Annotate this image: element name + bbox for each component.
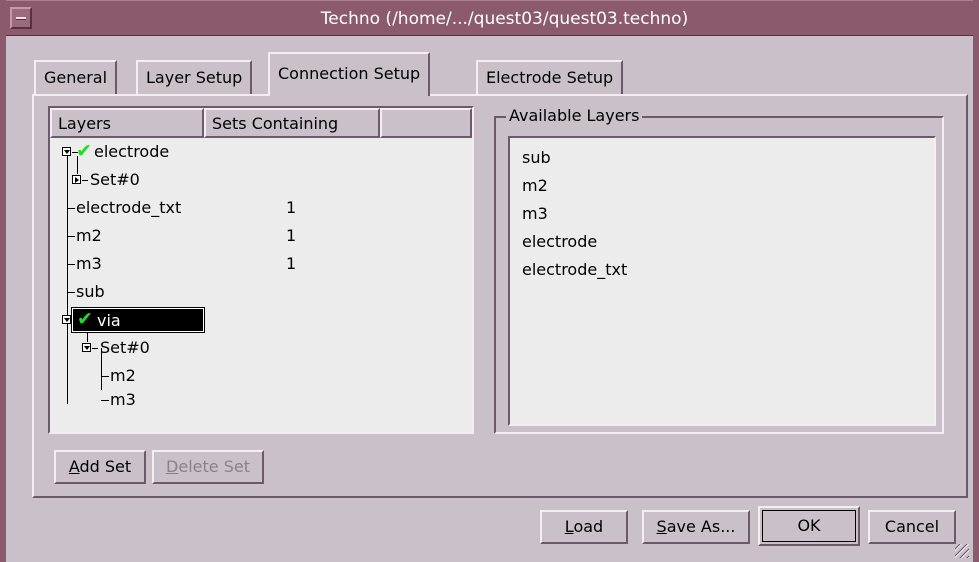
tree-row-m2[interactable]: m2 1 bbox=[50, 222, 472, 250]
tree-row-m3[interactable]: m3 1 bbox=[50, 250, 472, 278]
tree-row-label: electrode bbox=[94, 142, 170, 161]
tree-row-label: electrode_txt bbox=[76, 198, 182, 217]
tree-row-label: sub bbox=[76, 282, 105, 301]
available-layers-title: Available Layers bbox=[506, 106, 643, 126]
tree-row-label: m3 bbox=[76, 254, 102, 273]
tree-row-label: m3 bbox=[110, 390, 136, 409]
tree-row-set[interactable]: Set#0 bbox=[50, 166, 472, 194]
delete-set-label: elete Set bbox=[178, 457, 250, 476]
column-header-sets-containing[interactable]: Sets Containing bbox=[204, 108, 380, 138]
tree-row-electrode[interactable]: ✔ electrode bbox=[50, 138, 472, 166]
delete-set-button[interactable]: Delete Set bbox=[152, 450, 264, 484]
column-header-empty[interactable] bbox=[380, 108, 472, 138]
save-as-button[interactable]: Save As... bbox=[642, 510, 750, 544]
list-item[interactable]: m2 bbox=[522, 172, 548, 200]
save-as-mnemonic: S bbox=[656, 517, 667, 536]
tree-row-via[interactable]: ✔ via bbox=[50, 306, 472, 334]
window-menu-icon[interactable] bbox=[10, 7, 32, 29]
sets-containing-count: 1 bbox=[286, 254, 297, 273]
tree-row-electrode-txt[interactable]: electrode_txt 1 bbox=[50, 194, 472, 222]
column-header-layers[interactable]: Layers bbox=[50, 108, 204, 138]
checkmark-icon: ✔ bbox=[76, 140, 92, 162]
tree-row-label: Set#0 bbox=[100, 338, 150, 357]
layers-tree[interactable]: Layers Sets Containing ✔ electrode Set#0… bbox=[48, 106, 474, 434]
title-bar[interactable]: Techno (/home/.../quest03/quest03.techno… bbox=[6, 0, 973, 36]
tab-electrode-setup[interactable]: Electrode Setup bbox=[476, 60, 624, 94]
checkmark-icon: ✔ bbox=[77, 308, 93, 330]
resize-grip-icon[interactable] bbox=[955, 544, 969, 558]
tab-layer-setup[interactable]: Layer Setup bbox=[136, 60, 253, 94]
dialog-content: General Layer Setup Connection Setup Ele… bbox=[6, 36, 973, 562]
load-label: oad bbox=[573, 517, 604, 536]
sets-containing-count: 1 bbox=[286, 198, 297, 217]
add-set-mnemonic: A bbox=[68, 457, 80, 476]
expand-toggle-icon[interactable] bbox=[72, 175, 81, 184]
tab-general[interactable]: General bbox=[34, 60, 118, 94]
list-item[interactable]: m3 bbox=[522, 200, 548, 228]
load-button[interactable]: Load bbox=[540, 510, 628, 544]
ok-button[interactable]: OK bbox=[758, 506, 860, 546]
delete-set-mnemonic: D bbox=[166, 457, 179, 476]
window-title: Techno (/home/.../quest03/quest03.techno… bbox=[320, 9, 689, 29]
techno-window: Techno (/home/.../quest03/quest03.techno… bbox=[0, 0, 979, 562]
expand-toggle-icon[interactable] bbox=[62, 147, 71, 156]
save-as-label: ave As... bbox=[666, 517, 736, 536]
expand-toggle-icon[interactable] bbox=[62, 315, 71, 324]
list-item[interactable]: electrode bbox=[522, 228, 597, 256]
cancel-button[interactable]: Cancel bbox=[868, 510, 956, 544]
connection-setup-panel: Layers Sets Containing ✔ electrode Set#0… bbox=[32, 94, 968, 498]
selected-tree-item[interactable]: ✔ via bbox=[71, 307, 205, 333]
available-layers-list[interactable]: sub m2 m3 electrode electrode_txt bbox=[508, 136, 936, 426]
sets-containing-count: 1 bbox=[286, 226, 297, 245]
tree-row-m3[interactable]: m3 bbox=[50, 386, 472, 414]
list-item[interactable]: sub bbox=[522, 144, 551, 172]
tree-row-sub[interactable]: sub bbox=[50, 278, 472, 306]
expand-toggle-icon[interactable] bbox=[82, 343, 91, 352]
tree-row-set[interactable]: Set#0 bbox=[50, 334, 472, 362]
tab-connection-setup[interactable]: Connection Setup bbox=[268, 52, 431, 96]
tree-row-label: m2 bbox=[76, 226, 102, 245]
tree-row-label: via bbox=[97, 311, 121, 330]
add-set-button[interactable]: Add Set bbox=[54, 450, 146, 484]
add-set-label: dd Set bbox=[79, 457, 132, 476]
tree-row-label: Set#0 bbox=[90, 170, 140, 189]
list-item[interactable]: electrode_txt bbox=[522, 256, 627, 284]
